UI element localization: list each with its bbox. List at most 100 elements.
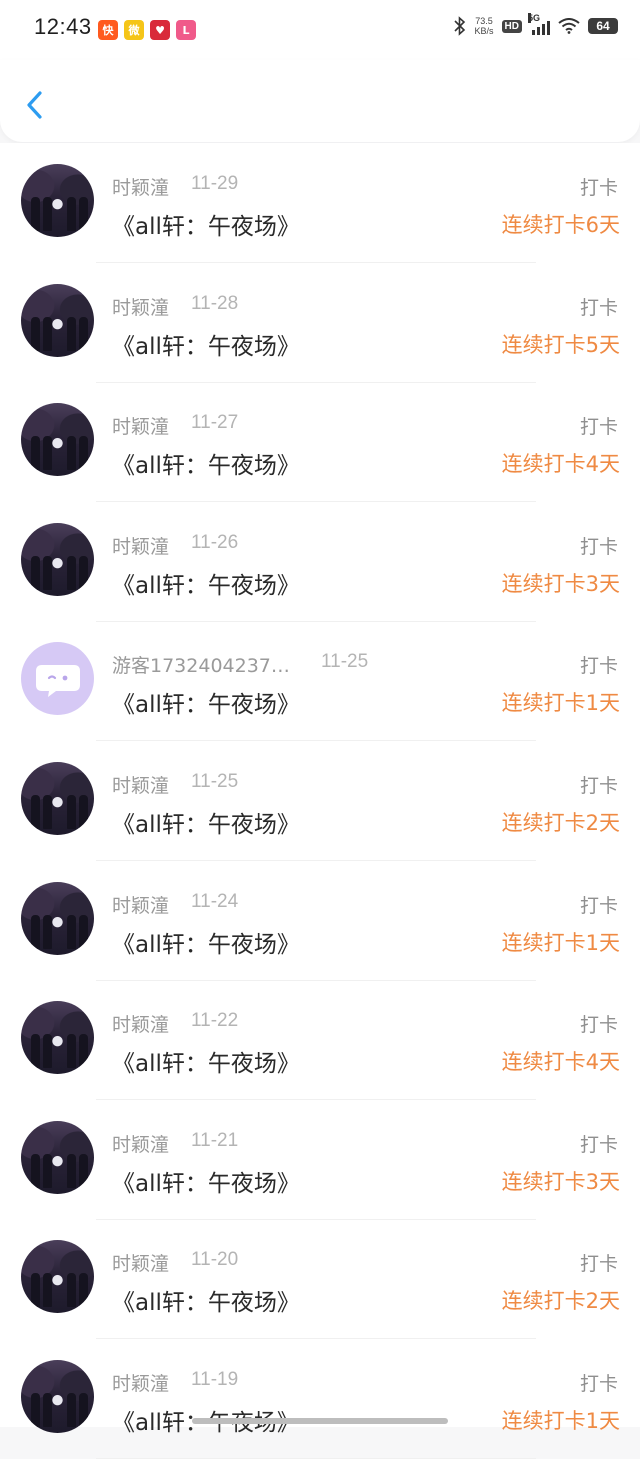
streak-label: 连续打卡3天	[501, 571, 620, 596]
list-item[interactable]: 时颖潼 11-22 《all轩：午夜场》 打卡 连续打卡4天	[0, 980, 640, 1101]
status-bar: 12:43 快微 ♥ L 73.5 KB/s HD 5G 64	[0, 0, 640, 60]
avatar-figure	[67, 1034, 76, 1069]
entry-type: 打卡	[579, 535, 618, 558]
avatar[interactable]	[21, 762, 94, 835]
entry-date: 11-26	[191, 531, 239, 553]
work-title[interactable]: 《all轩：午夜场》	[112, 925, 300, 959]
avatar-figure	[31, 1273, 40, 1308]
header-bar	[0, 60, 640, 142]
avatar-figure	[67, 795, 76, 829]
work-title[interactable]: 《all轩：午夜场》	[112, 685, 300, 719]
battery-indicator: 64	[588, 18, 618, 34]
entry-type: 打卡	[579, 1253, 618, 1276]
avatar-figure	[31, 555, 40, 590]
entry-date: 11-25	[321, 651, 369, 673]
avatar-figure	[67, 436, 76, 471]
avatar-figure	[79, 1393, 88, 1427]
user-name[interactable]: 时颖潼	[112, 891, 169, 918]
list-item[interactable]: 时颖潼 11-20 《all轩：午夜场》 打卡 连续打卡2天	[0, 1219, 640, 1340]
lofter-icon: L	[176, 20, 196, 40]
user-name[interactable]: 时颖潼	[112, 1130, 169, 1157]
work-title[interactable]: 《all轩：午夜场》	[112, 805, 300, 839]
user-name[interactable]: 游客1732404237…	[112, 651, 290, 678]
list-item[interactable]: 时颖潼 11-26 《all轩：午夜场》 打卡连续打卡3天	[0, 502, 640, 622]
streak-label: 连续打卡4天	[501, 452, 620, 477]
entry-date: 11-20	[191, 1249, 239, 1271]
bluetooth-icon	[453, 16, 465, 36]
entry-type: 打卡	[579, 416, 618, 439]
avatar-figure	[43, 1273, 52, 1308]
avatar-figure	[79, 555, 88, 590]
entry-type: 打卡	[579, 1014, 618, 1037]
back-button[interactable]	[18, 86, 54, 122]
streak-label: 连续打卡4天	[501, 1050, 620, 1075]
avatar-figure	[67, 1273, 76, 1308]
avatar-figure	[31, 1153, 40, 1188]
avatar-figure	[31, 197, 40, 231]
work-title[interactable]: 《all轩：午夜场》	[112, 1164, 300, 1198]
list-item[interactable]: 时颖潼 11-25 《all轩：午夜场》 打卡 连续打卡2天	[0, 741, 640, 861]
entry-date: 11-27	[191, 412, 239, 434]
avatar-figure	[31, 914, 40, 949]
wifi-icon	[558, 18, 580, 34]
avatar[interactable]	[21, 283, 94, 357]
entry-type: 打卡	[579, 775, 618, 797]
avatar-figure	[67, 197, 76, 231]
avatar[interactable]	[21, 522, 94, 596]
entry-type: 打卡	[579, 655, 618, 678]
entry-date: 11-29	[191, 173, 239, 194]
avatar-figure	[79, 1273, 88, 1308]
avatar-figure	[79, 436, 88, 471]
user-name[interactable]: 时颖潼	[112, 1369, 169, 1396]
avatar[interactable]	[21, 164, 94, 237]
entry-type: 打卡	[579, 894, 618, 917]
list-item[interactable]: 时颖潼 11-29 《all轩：午夜场》 打卡 连续打卡6天	[0, 143, 640, 263]
work-title[interactable]: 《all轩：午夜场》	[112, 327, 300, 361]
avatar-figure	[67, 316, 76, 351]
avatar-figure	[43, 197, 52, 231]
user-name[interactable]: 时颖潼	[112, 532, 169, 559]
list-item[interactable]: 时颖潼 11-24 《all轩：午夜场》 打卡 连续打卡1天	[0, 861, 640, 981]
avatar[interactable]	[21, 1120, 94, 1194]
work-title[interactable]: 《all轩：午夜场》	[112, 1283, 300, 1317]
status-indicators: 73.5 KB/s HD 5G 64	[453, 13, 618, 36]
streak-label: 连续打卡1天	[501, 1409, 620, 1433]
list-item[interactable]: 时颖潼 11-28 《all轩：午夜场》 打卡 连续打卡5天	[0, 263, 640, 383]
avatar-figure	[67, 914, 76, 949]
work-title[interactable]: 《all轩：午夜场》	[112, 1044, 300, 1078]
home-indicator[interactable]	[192, 1418, 448, 1424]
work-title[interactable]: 《all轩：午夜场》	[112, 566, 300, 600]
avatar-figure	[43, 316, 52, 351]
user-name[interactable]: 时颖潼	[112, 771, 169, 798]
user-name[interactable]: 时颖潼	[112, 1010, 169, 1037]
user-name[interactable]: 时颖潼	[112, 173, 169, 200]
avatar[interactable]	[21, 1240, 94, 1314]
list-item[interactable]: 时颖潼 11-27 《all轩：午夜场》 打卡连续打卡4天	[0, 382, 640, 503]
avatar-figure	[31, 795, 40, 829]
weibo-icon: 微	[124, 20, 144, 40]
guest-avatar[interactable]	[21, 642, 94, 716]
avatar[interactable]	[21, 881, 94, 955]
list-item[interactable]: 游客1732404237… 11-25 《all轩：午夜场》 打卡 连续打卡1天	[0, 621, 640, 742]
network-speed-value: 73.5	[475, 16, 493, 26]
avatar-figure	[31, 316, 40, 351]
avatar[interactable]	[21, 1360, 94, 1433]
avatar[interactable]	[21, 1001, 94, 1075]
avatar-figure	[67, 1393, 76, 1427]
avatar-figure	[31, 1393, 40, 1427]
user-name[interactable]: 时颖潼	[112, 293, 169, 320]
avatar-figure	[79, 1034, 88, 1069]
avatar-figure	[43, 1393, 52, 1427]
avatar[interactable]	[21, 403, 94, 477]
entry-type: 打卡	[579, 1133, 618, 1156]
user-name[interactable]: 时颖潼	[112, 412, 169, 439]
user-name[interactable]: 时颖潼	[112, 1249, 169, 1276]
list-item[interactable]: 时颖潼 11-21 《all轩：午夜场》 打卡 连续打卡3天	[0, 1100, 640, 1220]
entry-type: 打卡	[579, 177, 618, 199]
list-item[interactable]: 时颖潼11-19《all轩：午夜场》打卡连续打卡1天	[0, 1339, 640, 1459]
chat-bubble-icon	[35, 664, 80, 697]
streak-label: 连续打卡5天	[501, 332, 620, 357]
work-title[interactable]: 《all轩：午夜场》	[112, 207, 300, 241]
checkin-list[interactable]: 时颖潼 11-29 《all轩：午夜场》 打卡 连续打卡6天 时颖潼 11-28 《all轩：…	[0, 143, 640, 1459]
work-title[interactable]: 《all轩：午夜场》	[112, 446, 300, 480]
